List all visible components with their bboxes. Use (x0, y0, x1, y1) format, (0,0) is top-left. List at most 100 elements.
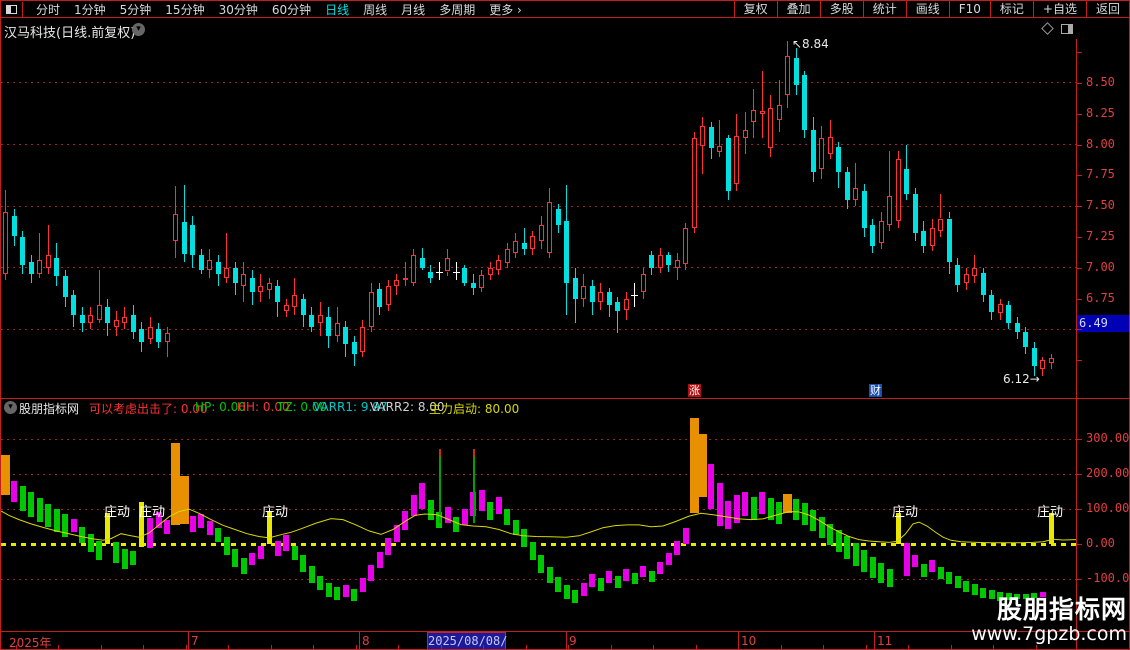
candle-wick (328, 307, 329, 318)
chevron-down-circle-icon[interactable]: ▾ (132, 23, 145, 36)
candle-up (768, 107, 773, 149)
price-axis-label: 6.75 (1086, 290, 1115, 305)
candle-wick (787, 95, 788, 108)
candle-wick (574, 267, 576, 278)
toolbar-item-F10[interactable]: F10 (948, 1, 990, 18)
candle-wick (243, 261, 244, 274)
price-gridline (1, 144, 1076, 145)
candle-wick (311, 326, 312, 332)
candle-wick (158, 341, 159, 348)
toolbar-item-30分钟[interactable]: 30分钟 (212, 1, 265, 18)
candle-down (649, 255, 654, 268)
candle-wick (651, 267, 652, 276)
toolbar-item-标记[interactable]: 标记 (989, 1, 1033, 18)
toolbar-item-60分钟[interactable]: 60分钟 (265, 1, 318, 18)
split-panel-icon[interactable] (1061, 24, 1073, 34)
candle-wick (889, 150, 890, 197)
candle-wick (115, 326, 117, 336)
price-axis-label: 7.75 (1086, 167, 1115, 182)
candle-wick (166, 341, 168, 357)
candle-wick (566, 282, 567, 315)
candle-up (1048, 357, 1054, 363)
candle-wick (260, 273, 261, 287)
toolbar-item-叠加[interactable]: 叠加 (776, 1, 820, 18)
candle-wick (923, 220, 924, 231)
candle-wick (98, 319, 100, 324)
candle-wick (421, 248, 423, 258)
low-annotation: 6.12→ (1003, 371, 1040, 386)
candle-wick (1025, 346, 1026, 355)
candle-up (938, 218, 943, 231)
candle-up (538, 224, 544, 241)
candle-up (785, 55, 790, 96)
candle-down (62, 276, 68, 298)
candlestick-chart[interactable]: ↖8.84 6.12→ 涨 财 (1, 39, 1076, 398)
toolbar-item-多周期[interactable]: 多周期 (432, 1, 482, 18)
candle-up (164, 333, 170, 342)
toolbar-item-返回[interactable]: 返回 (1085, 1, 1129, 18)
candle-down (309, 314, 314, 327)
time-axis: 2025年 2025/08/08/五 7891011 (1, 631, 1129, 649)
toolbar-item-复权[interactable]: 复权 (733, 1, 777, 18)
candle-wick (744, 138, 746, 155)
candle-up (997, 303, 1003, 314)
candle-wick (702, 117, 703, 127)
candle-wick (430, 277, 431, 283)
toolbar-item-5分钟[interactable]: 5分钟 (113, 1, 159, 18)
candle-down (708, 127, 714, 149)
candle-down (861, 191, 867, 229)
axis-tick (1077, 439, 1082, 441)
toolbar-item-画线[interactable]: 画线 (905, 1, 949, 18)
chevron-down-circle-icon[interactable]: ▾ (4, 401, 17, 414)
candle-wick (107, 298, 108, 308)
candle-wick (914, 233, 916, 241)
toolbar-item-月线[interactable]: 月线 (394, 1, 432, 18)
candle-wick (574, 298, 576, 324)
candle-wick (319, 323, 321, 336)
candle-up (3, 212, 8, 274)
signal-line (1, 508, 1076, 544)
candle-wick (489, 275, 491, 281)
indicator-chart[interactable]: 庄动 庄动 庄动 庄动 庄动 (1, 416, 1076, 631)
axis-tick (1077, 113, 1082, 115)
candle-up (547, 202, 552, 253)
candle-up (496, 260, 501, 271)
candle-wick (294, 307, 295, 315)
candle-up (759, 111, 765, 114)
candle-wick (404, 261, 406, 278)
candle-up (887, 196, 892, 225)
watermark-url: www.7gpzb.com (971, 623, 1127, 645)
toolbar-item-多股[interactable]: 多股 (819, 1, 863, 18)
candle-down (198, 255, 204, 271)
toolbar-item-统计[interactable]: 统计 (862, 1, 906, 18)
month-boundary (874, 632, 875, 649)
toolbar-item-周线[interactable]: 周线 (356, 1, 394, 18)
candle-wick (583, 273, 584, 287)
candle-wick (192, 255, 193, 268)
candle-wick (124, 323, 125, 330)
toolbar-item-更多 ›[interactable]: 更多 › (482, 1, 529, 18)
candle-up (674, 260, 680, 268)
toolbar-divider (22, 1, 23, 17)
candle-up (258, 286, 263, 293)
candle-wick (659, 248, 661, 256)
toolbar-item-+自选[interactable]: +自选 (1032, 1, 1086, 18)
toolbar-item-15分钟[interactable]: 15分钟 (158, 1, 211, 18)
toolbar-item-分时[interactable]: 分时 (29, 1, 67, 18)
diamond-icon[interactable] (1041, 22, 1054, 35)
indicator-site-label: 股朋指标网 (19, 402, 80, 416)
indicator-axis-label: -100.00 (1086, 571, 1130, 586)
event-badge-涨: 涨 (688, 384, 701, 397)
month-label: 7 (191, 634, 199, 648)
candle-wick (56, 243, 57, 258)
candle-up (37, 260, 42, 274)
candle-wick (795, 85, 797, 96)
toolbar-item-日线[interactable]: 日线 (318, 1, 356, 18)
candle-wick (285, 310, 287, 318)
candle-wick (81, 323, 83, 332)
split-panel-icon[interactable] (6, 4, 17, 14)
candle-wick (600, 282, 601, 293)
candle-down (572, 277, 578, 299)
toolbar-item-1分钟[interactable]: 1分钟 (67, 1, 113, 18)
candle-down (564, 220, 569, 283)
